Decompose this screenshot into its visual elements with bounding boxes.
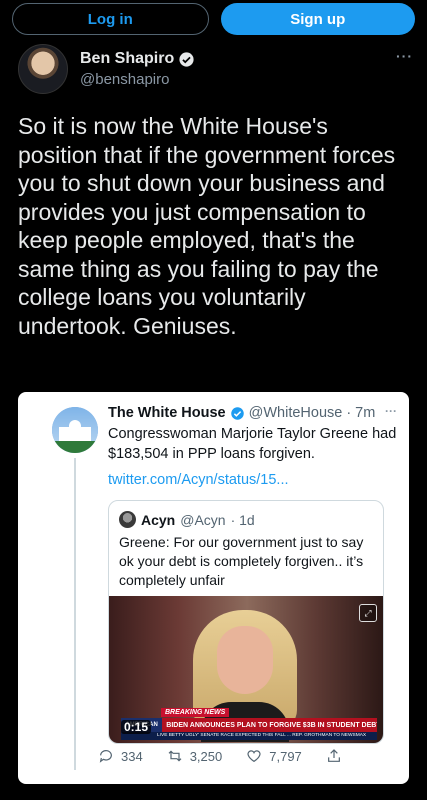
thread-line <box>74 458 76 770</box>
video-ticker: LIVE BETTY UGLY' SENATE RACE EXPECTED TH… <box>121 732 377 740</box>
quoted-link[interactable]: twitter.com/Acyn/status/15... <box>108 472 289 488</box>
share-action[interactable] <box>326 748 342 764</box>
author-names: Ben Shapiro @benshapiro <box>80 50 195 88</box>
quoted-more-icon[interactable]: ··· <box>385 404 397 418</box>
white-house-avatar[interactable] <box>52 407 98 453</box>
nested-quote-card[interactable]: Acyn @Acyn · 1d Greene: For our governme… <box>108 500 384 744</box>
retweet-count: 3,250 <box>189 748 223 764</box>
verified-badge-icon <box>230 406 244 420</box>
like-action[interactable]: 7,797 <box>246 748 302 764</box>
tweet-actions: 334 3,250 7,797 <box>98 748 398 764</box>
quoted-time[interactable]: · 7m <box>346 405 375 421</box>
quoted-handle[interactable]: @WhiteHouse <box>249 405 343 421</box>
tweet-author: Ben Shapiro @benshapiro ··· <box>18 44 413 94</box>
signup-button[interactable]: Sign up <box>220 3 415 35</box>
video-headline: BIDEN ANNOUNCES PLAN TO FORGIVE $3B IN S… <box>166 721 377 729</box>
retweet-action[interactable]: 3,250 <box>167 748 223 764</box>
nested-text: Greene: For our government just to say o… <box>119 534 364 588</box>
tweet-text: So it is now the White House's position … <box>18 113 396 339</box>
quoted-text: Congresswoman Marjorie Taylor Greene had… <box>108 426 397 462</box>
reply-icon <box>99 750 112 763</box>
author-display-name[interactable]: Ben Shapiro <box>80 50 174 68</box>
breaking-news-label: BREAKING NEWS <box>161 708 230 717</box>
acyn-avatar[interactable] <box>119 511 136 528</box>
like-count: 7,797 <box>269 748 302 764</box>
author-avatar[interactable] <box>18 44 68 94</box>
expand-icon[interactable]: ⤢ <box>359 604 377 622</box>
quoted-header: The White House @WhiteHouse · 7m <box>108 405 398 421</box>
verified-badge-icon <box>179 51 194 67</box>
nested-handle[interactable]: @Acyn <box>180 512 225 528</box>
login-button[interactable]: Log in <box>12 3 209 35</box>
share-icon <box>327 749 340 762</box>
quoted-display-name[interactable]: The White House <box>108 405 226 421</box>
video-lower-third: AMERICAN BIDEN ANNOUNCES PLAN TO FORGIVE… <box>121 718 377 732</box>
author-handle[interactable]: @benshapiro <box>80 71 195 88</box>
retweet-icon <box>168 750 182 762</box>
more-icon[interactable]: ··· <box>396 48 413 64</box>
nested-display-name[interactable]: Acyn <box>141 512 175 528</box>
like-icon <box>247 750 261 763</box>
nested-header: Acyn @Acyn · 1d <box>119 511 255 528</box>
video-time: 0:15 <box>121 720 152 734</box>
nested-time[interactable]: · 1d <box>231 512 255 528</box>
quoted-tweet-card[interactable]: The White House @WhiteHouse · 7m ··· Con… <box>18 392 409 784</box>
author-name-row: Ben Shapiro <box>80 50 195 68</box>
video-player[interactable]: ⤢ BREAKING NEWS AMERICAN BIDEN ANNOUNCES… <box>109 596 383 743</box>
auth-bar: Log in Sign up <box>0 0 427 38</box>
reply-count: 334 <box>121 748 143 764</box>
reply-action[interactable]: 334 <box>98 748 143 764</box>
